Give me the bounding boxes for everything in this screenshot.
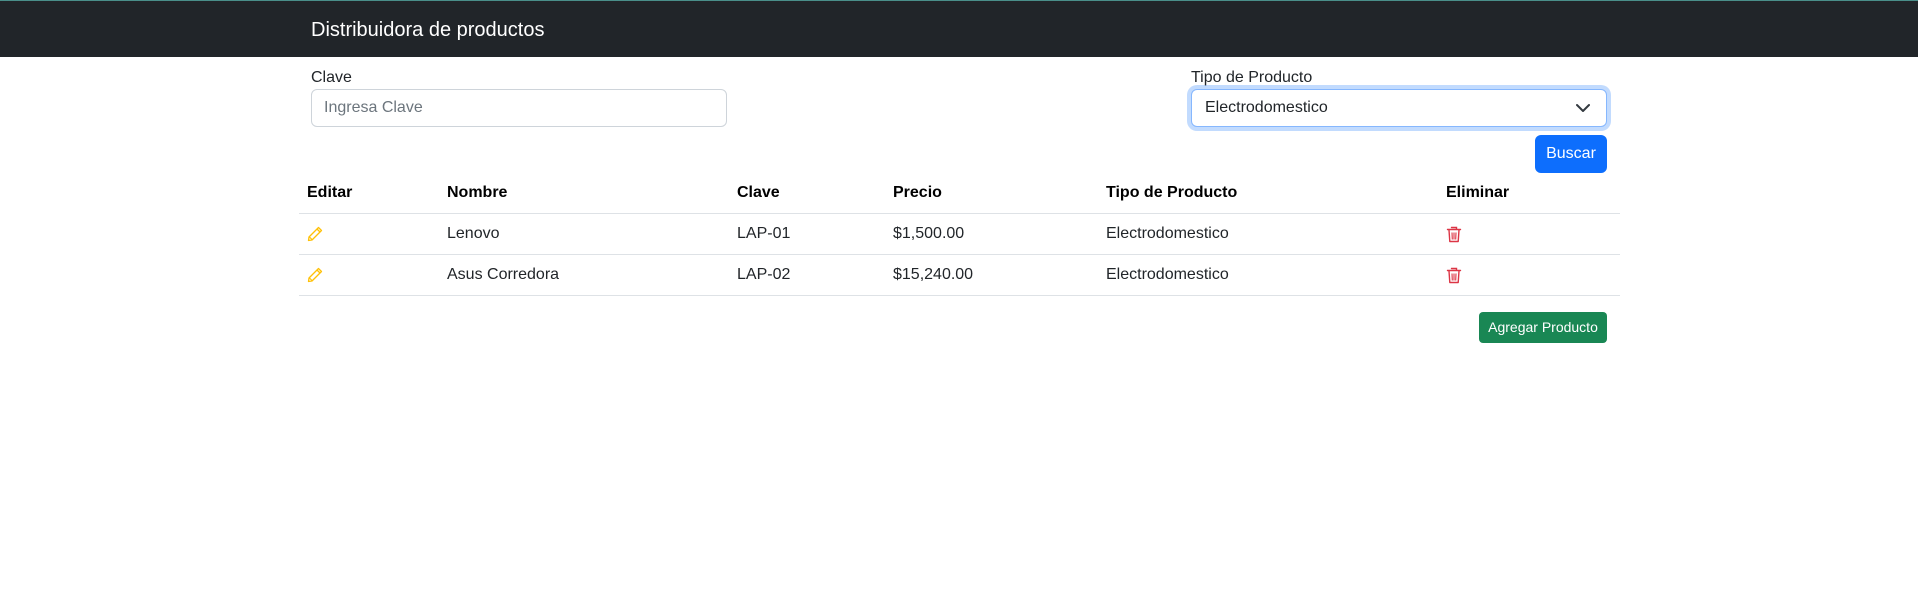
delete-cell <box>1438 254 1620 296</box>
chevron-down-icon <box>1576 104 1590 112</box>
trash-icon[interactable] <box>1446 226 1462 243</box>
tipo-producto-select[interactable]: Electrodomestico <box>1191 89 1607 127</box>
edit-cell <box>299 213 439 255</box>
agregar-producto-button[interactable]: Agregar Producto <box>1479 312 1607 343</box>
pencil-icon[interactable] <box>307 226 323 242</box>
table-header-row: Editar Nombre Clave Precio Tipo de Produ… <box>299 173 1620 214</box>
tipo-producto-label: Tipo de Producto <box>1191 69 1313 86</box>
header-editar: Editar <box>299 173 439 214</box>
cell-nombre: Asus Corredora <box>439 254 729 296</box>
cell-nombre: Lenovo <box>439 213 729 255</box>
header-precio: Precio <box>885 173 1098 214</box>
delete-cell <box>1438 213 1620 255</box>
clave-input[interactable] <box>311 89 727 127</box>
navbar-brand[interactable]: Distribuidora de productos <box>311 18 544 42</box>
cell-tipo: Electrodomestico <box>1098 213 1438 255</box>
table-row: Asus Corredora LAP-02 $15,240.00 Electro… <box>299 254 1620 296</box>
cell-tipo: Electrodomestico <box>1098 254 1438 296</box>
buscar-button[interactable]: Buscar <box>1535 135 1607 173</box>
header-eliminar: Eliminar <box>1438 173 1620 214</box>
pencil-icon[interactable] <box>307 267 323 283</box>
clave-label: Clave <box>311 69 352 86</box>
cell-clave: LAP-01 <box>729 213 885 255</box>
trash-icon[interactable] <box>1446 267 1462 284</box>
edit-cell <box>299 254 439 296</box>
table-row: Lenovo LAP-01 $1,500.00 Electrodomestico <box>299 213 1620 255</box>
top-navbar: Distribuidora de productos <box>0 0 1918 57</box>
cell-clave: LAP-02 <box>729 254 885 296</box>
cell-precio: $1,500.00 <box>885 213 1098 255</box>
products-table: Editar Nombre Clave Precio Tipo de Produ… <box>299 173 1620 296</box>
header-clave: Clave <box>729 173 885 214</box>
header-nombre: Nombre <box>439 173 729 214</box>
cell-precio: $15,240.00 <box>885 254 1098 296</box>
tipo-producto-selected-value: Electrodomestico <box>1205 99 1328 116</box>
header-tipo-producto: Tipo de Producto <box>1098 173 1438 214</box>
